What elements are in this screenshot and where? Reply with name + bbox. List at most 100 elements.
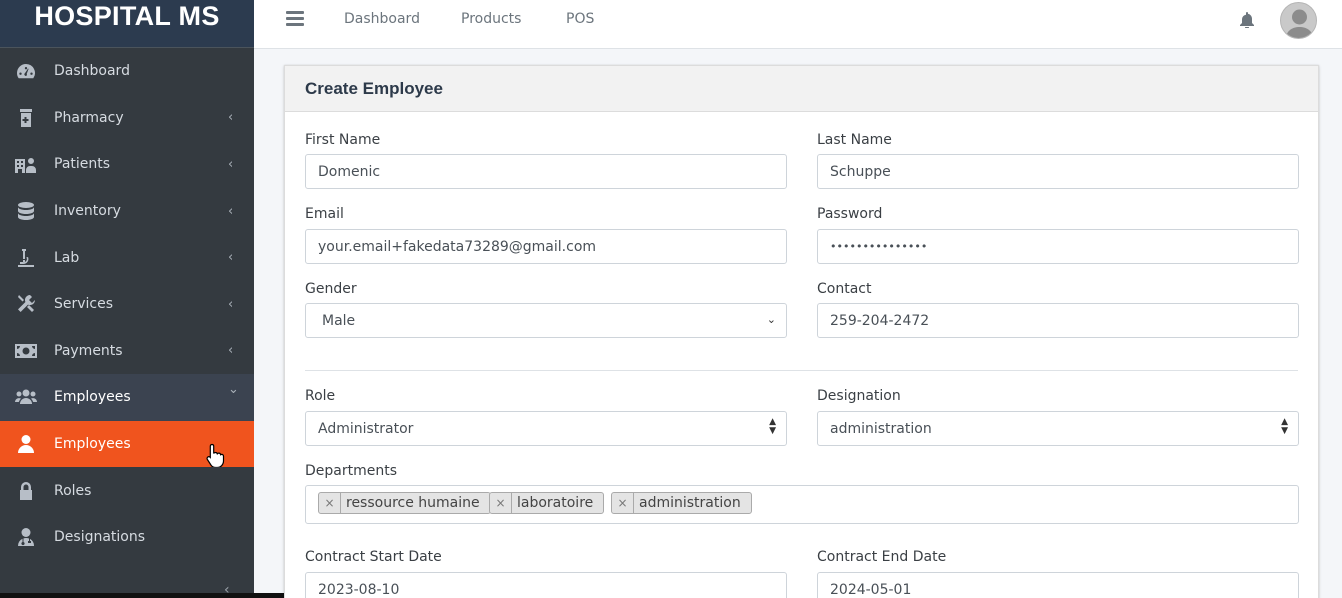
gender-value: Male: [322, 312, 356, 329]
last-name-label: Last Name: [817, 132, 892, 148]
user-icon: [15, 433, 37, 455]
last-name-input[interactable]: Schuppe: [817, 154, 1299, 189]
sidebar-item-employees-group[interactable]: Employees ⌄: [0, 374, 254, 421]
nav-link-products[interactable]: Products: [461, 11, 521, 27]
chevron-left-icon: ‹: [228, 110, 234, 126]
card-header: Create Employee: [285, 66, 1318, 112]
contract-start-input[interactable]: 2023-08-10: [305, 572, 787, 598]
designation-select[interactable]: administration ▲ ▼: [817, 411, 1299, 446]
user-avatar[interactable]: [1280, 2, 1317, 39]
tachometer-icon: [15, 60, 37, 82]
first-name-input[interactable]: Domenic: [305, 154, 787, 189]
department-tag: × ressource humaine: [318, 492, 491, 514]
brand-name: HOSPITAL MS: [34, 1, 220, 31]
sidebar-item-pharmacy[interactable]: Pharmacy ‹: [0, 95, 254, 142]
contract-start-label: Contract Start Date: [305, 549, 442, 565]
divider: [305, 370, 1298, 371]
card-title: Create Employee: [305, 78, 443, 98]
sort-arrows-icon: ▲ ▼: [1281, 417, 1288, 436]
hospital-user-icon: [15, 153, 37, 175]
sidebar-item-label: Employees: [54, 436, 131, 453]
department-tag: × laboratoire: [489, 492, 605, 514]
last-name-value: Schuppe: [830, 163, 891, 180]
email-input[interactable]: your.email+fakedata73289@gmail.com: [305, 229, 787, 264]
sidebar-item-label: Designations: [54, 529, 146, 546]
password-label: Password: [817, 206, 883, 222]
gender-select[interactable]: Male ⌄: [305, 303, 787, 338]
remove-tag-button[interactable]: ×: [319, 493, 341, 513]
sidebar-item-employees[interactable]: Employees: [0, 420, 254, 468]
sidebar-item-payments[interactable]: Payments ‹: [0, 328, 254, 375]
sidebar-item-label: Pharmacy: [54, 109, 124, 126]
gender-label: Gender: [305, 281, 357, 297]
department-tag-label: ressource humaine: [346, 495, 480, 511]
sidebar-item-lab[interactable]: Lab ‹: [0, 234, 254, 281]
sidebar: HOSPITAL MS Dashboard Pharmacy ‹ Patient…: [0, 0, 254, 598]
department-tag-label: laboratoire: [517, 495, 594, 511]
sidebar-item-label: Employees: [54, 389, 131, 406]
sidebar-item-patients[interactable]: Patients ‹: [0, 141, 254, 188]
bell-icon[interactable]: [1240, 12, 1254, 32]
password-value: •••••••••••••••: [830, 240, 928, 253]
designation-label: Designation: [817, 388, 901, 404]
nav-link-dashboard[interactable]: Dashboard: [344, 11, 420, 27]
chevron-left-icon: ‹: [228, 250, 234, 266]
nav-link-pos[interactable]: POS: [566, 11, 594, 27]
chevron-left-icon: ‹: [228, 203, 234, 219]
contact-label: Contact: [817, 281, 872, 297]
hand-pointer-cursor-icon: [206, 443, 225, 467]
password-input[interactable]: •••••••••••••••: [817, 229, 1299, 264]
pharmacy-icon: [15, 107, 37, 129]
departments-multiselect[interactable]: × ressource humaine × laboratoire × adminis…: [305, 485, 1299, 524]
user-doctor-icon: [15, 526, 37, 548]
email-value: your.email+fakedata73289@gmail.com: [318, 238, 597, 255]
first-name-label: First Name: [305, 132, 381, 148]
designation-value: administration: [830, 420, 932, 437]
role-value: Administrator: [318, 420, 414, 437]
first-name-value: Domenic: [318, 163, 381, 180]
sidebar-item-dashboard[interactable]: Dashboard: [0, 48, 254, 95]
departments-label: Departments: [305, 463, 398, 479]
sort-arrows-icon: ▲ ▼: [769, 417, 776, 436]
sidebar-item-label: Dashboard: [54, 63, 130, 80]
tools-icon: [15, 293, 37, 315]
email-label: Email: [305, 206, 344, 222]
lock-icon: [15, 480, 37, 502]
remove-tag-button[interactable]: ×: [612, 493, 634, 513]
create-employee-card: Create Employee First Name Domenic Last …: [284, 65, 1319, 598]
chevron-down-icon: ⌄: [766, 313, 776, 326]
sidebar-nav: Dashboard Pharmacy ‹ Patients ‹ Inventor…: [0, 48, 254, 561]
department-tag-label: administration: [639, 495, 741, 511]
contract-end-label: Contract End Date: [817, 549, 947, 565]
contract-end-input[interactable]: 2024-05-01: [817, 572, 1299, 598]
microscope-icon: [15, 247, 37, 269]
contact-input[interactable]: 259-204-2472: [817, 303, 1299, 338]
contract-start-value: 2023-08-10: [318, 581, 400, 598]
department-tag: × administration: [611, 492, 752, 514]
chevron-left-icon: ‹: [228, 296, 234, 312]
contact-value: 259-204-2472: [830, 312, 930, 329]
sidebar-item-label: Payments: [54, 342, 123, 359]
sidebar-item-label: Lab: [54, 249, 80, 266]
sidebar-item-inventory[interactable]: Inventory ‹: [0, 188, 254, 235]
remove-tag-button[interactable]: ×: [490, 493, 512, 513]
hamburger-menu-icon[interactable]: [286, 11, 304, 27]
chevron-down-icon: ⌄: [228, 382, 239, 398]
brand[interactable]: HOSPITAL MS: [0, 0, 254, 48]
sidebar-item-designations[interactable]: Designations: [0, 514, 254, 561]
top-navbar: Dashboard Products POS: [254, 0, 1342, 49]
sidebar-item-roles[interactable]: Roles: [0, 467, 254, 514]
contract-end-value: 2024-05-01: [830, 581, 912, 598]
sidebar-item-label: Patients: [54, 156, 111, 173]
money-bill-icon: [15, 340, 37, 362]
database-icon: [15, 200, 37, 222]
role-select[interactable]: Administrator ▲ ▼: [305, 411, 787, 446]
sidebar-item-label: Roles: [54, 482, 92, 499]
sidebar-item-label: Inventory: [54, 203, 121, 220]
users-icon: [15, 386, 37, 408]
role-label: Role: [305, 388, 336, 404]
chevron-left-icon: ‹: [228, 343, 234, 359]
chevron-left-icon: ‹: [228, 156, 234, 172]
sidebar-item-services[interactable]: Services ‹: [0, 281, 254, 328]
sidebar-item-label: Services: [54, 296, 114, 313]
